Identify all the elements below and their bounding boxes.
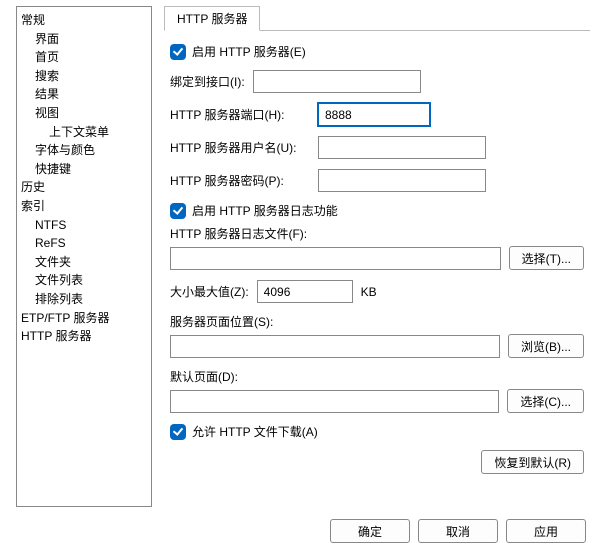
tree-exclude-list[interactable]: 排除列表 xyxy=(21,290,151,309)
tree-fonts-colors[interactable]: 字体与颜色 xyxy=(21,141,151,160)
port-input[interactable] xyxy=(318,103,430,126)
tree-http[interactable]: HTTP 服务器 xyxy=(21,327,151,346)
ok-button[interactable]: 确定 xyxy=(330,519,410,543)
default-page-input[interactable] xyxy=(170,390,499,413)
cancel-button[interactable]: 取消 xyxy=(418,519,498,543)
tree-ui[interactable]: 界面 xyxy=(21,30,151,49)
user-label: HTTP 服务器用户名(U): xyxy=(170,139,318,156)
bind-input[interactable] xyxy=(253,70,421,93)
dialog-footer: 确定 取消 应用 xyxy=(0,513,600,553)
page-loc-input[interactable] xyxy=(170,335,500,358)
max-size-input[interactable] xyxy=(257,280,353,303)
choose-log-button[interactable]: 选择(T)... xyxy=(509,246,584,270)
tree-shortcuts[interactable]: 快捷键 xyxy=(21,160,151,179)
pass-input[interactable] xyxy=(318,169,486,192)
tab-bar: HTTP 服务器 xyxy=(164,6,590,31)
allow-download-label: 允许 HTTP 文件下载(A) xyxy=(192,423,318,440)
log-file-input[interactable] xyxy=(170,247,501,270)
enable-log-label: 启用 HTTP 服务器日志功能 xyxy=(192,202,338,219)
nav-tree: 常规 界面 首页 搜索 结果 视图 上下文菜单 字体与颜色 快捷键 历史 索引 … xyxy=(16,6,152,507)
main-panel: HTTP 服务器 启用 HTTP 服务器(E) 绑定到接口(I): HTTP 服… xyxy=(152,6,590,507)
bind-label: 绑定到接口(I): xyxy=(170,73,245,90)
tree-context-menu[interactable]: 上下文菜单 xyxy=(21,123,151,142)
max-size-unit: KB xyxy=(361,285,377,299)
tab-http-server[interactable]: HTTP 服务器 xyxy=(164,6,260,31)
default-page-label: 默认页面(D): xyxy=(170,368,584,385)
tree-history[interactable]: 历史 xyxy=(21,178,151,197)
page-loc-label: 服务器页面位置(S): xyxy=(170,313,584,330)
tree-file-list[interactable]: 文件列表 xyxy=(21,271,151,290)
allow-download-checkbox[interactable] xyxy=(170,424,186,440)
max-size-label: 大小最大值(Z): xyxy=(170,283,249,300)
tree-ntfs[interactable]: NTFS xyxy=(21,216,151,235)
enable-http-label: 启用 HTTP 服务器(E) xyxy=(192,43,306,60)
tree-search[interactable]: 搜索 xyxy=(21,67,151,86)
log-file-label: HTTP 服务器日志文件(F): xyxy=(170,225,584,242)
tree-results[interactable]: 结果 xyxy=(21,85,151,104)
tree-folder[interactable]: 文件夹 xyxy=(21,253,151,272)
choose-default-button[interactable]: 选择(C)... xyxy=(507,389,584,413)
port-label: HTTP 服务器端口(H): xyxy=(170,106,318,123)
tree-home[interactable]: 首页 xyxy=(21,48,151,67)
browse-page-button[interactable]: 浏览(B)... xyxy=(508,334,584,358)
restore-default-button[interactable]: 恢复到默认(R) xyxy=(481,450,584,474)
tree-refs[interactable]: ReFS xyxy=(21,234,151,253)
tree-index[interactable]: 索引 xyxy=(21,197,151,216)
tree-general[interactable]: 常规 xyxy=(21,11,151,30)
tree-etp-ftp[interactable]: ETP/FTP 服务器 xyxy=(21,309,151,328)
pass-label: HTTP 服务器密码(P): xyxy=(170,172,318,189)
enable-log-checkbox[interactable] xyxy=(170,203,186,219)
enable-http-checkbox[interactable] xyxy=(170,44,186,60)
tree-view[interactable]: 视图 xyxy=(21,104,151,123)
user-input[interactable] xyxy=(318,136,486,159)
apply-button[interactable]: 应用 xyxy=(506,519,586,543)
